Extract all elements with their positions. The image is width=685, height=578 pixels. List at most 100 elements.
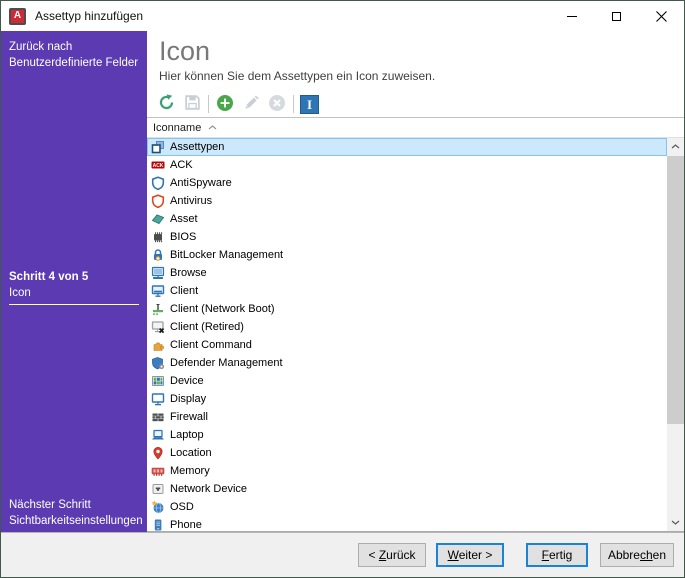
minimize-icon — [567, 16, 577, 17]
toolbar-separator — [293, 95, 294, 113]
defender-icon — [151, 356, 165, 370]
list-item-location[interactable]: Location — [147, 444, 667, 462]
icon-list: Assettypen ACK ACK AntiSpyware Antivirus Asse… — [147, 138, 667, 531]
finish-button[interactable]: Fertig — [526, 543, 588, 567]
scrollbar-thumb[interactable] — [667, 156, 684, 424]
list-item-label: AntiSpyware — [170, 177, 232, 189]
sidebar-back-step[interactable]: Zurück nach Benutzerdefinierte Felder — [9, 39, 143, 71]
scroll-down-icon — [671, 520, 680, 525]
refresh-button[interactable] — [156, 93, 176, 115]
list-item-browse[interactable]: Browse — [147, 264, 667, 282]
network-device-icon — [151, 482, 165, 496]
list-item-asset[interactable]: Asset — [147, 210, 667, 228]
list-item-laptop[interactable]: Laptop — [147, 426, 667, 444]
next-step-label: Nächster Schritt — [9, 497, 145, 513]
list-item-label: Client (Network Boot) — [170, 303, 275, 315]
list-item-label: Location — [170, 447, 212, 459]
content-header: Icon Hier können Sie dem Assettypen ein … — [147, 31, 684, 91]
close-button[interactable] — [639, 1, 684, 31]
list-item-label: Client — [170, 285, 198, 297]
sidebar-next-step: Nächster Schritt Sichtbarkeitseinstellun… — [9, 497, 145, 529]
list-item-label: Asset — [170, 213, 198, 225]
antispyware-icon — [151, 176, 165, 190]
add-button[interactable] — [215, 93, 235, 115]
back-step-line1: Zurück nach — [9, 39, 143, 55]
close-icon — [656, 11, 667, 22]
step-counter: Schritt 4 von 5 — [9, 269, 139, 285]
scroll-up-button[interactable] — [667, 138, 684, 155]
list-item-label: Network Device — [170, 483, 247, 495]
maximize-button[interactable] — [594, 1, 639, 31]
list-item-client-network-boot[interactable]: Client (Network Boot) — [147, 300, 667, 318]
list-item-client-command[interactable]: Client Command — [147, 336, 667, 354]
back-button[interactable]: < Zurück — [358, 543, 426, 567]
list-item-ack[interactable]: ACK ACK — [147, 156, 667, 174]
next-button[interactable]: Weiter > — [436, 543, 504, 567]
list-item-assettypen[interactable]: Assettypen — [147, 138, 667, 156]
list-item-bios[interactable]: BIOS — [147, 228, 667, 246]
browse-icon — [151, 266, 165, 280]
refresh-icon — [158, 94, 175, 114]
step-underline — [9, 304, 139, 305]
bios-icon — [151, 230, 165, 244]
list-item-client-retired[interactable]: Client (Retired) — [147, 318, 667, 336]
wizard-window: A Assettyp hinzufügen Zurück nach Benutz… — [0, 0, 685, 578]
icon-list-body: Assettypen ACK ACK AntiSpyware Antivirus Asse… — [147, 138, 684, 532]
wizard-sidebar: Zurück nach Benutzerdefinierte Felder Sc… — [1, 31, 147, 532]
add-icon — [216, 94, 234, 115]
toolbar-separator — [208, 95, 209, 113]
list-item-label: Client Command — [170, 339, 252, 351]
phone-icon — [151, 518, 165, 531]
assettypen-icon — [151, 140, 165, 154]
list-item-network-device[interactable]: Network Device — [147, 480, 667, 498]
step-name: Icon — [9, 285, 139, 301]
iconname-column-header[interactable]: Iconname — [147, 118, 684, 138]
display-icon — [151, 392, 165, 406]
list-item-label: ACK — [170, 159, 193, 171]
list-item-label: Phone — [170, 519, 202, 531]
client-command-icon — [151, 338, 165, 352]
maximize-icon — [612, 12, 621, 21]
edit-button — [241, 93, 261, 115]
list-item-label: Firewall — [170, 411, 208, 423]
delete-icon — [268, 94, 286, 115]
list-item-label: Browse — [170, 267, 207, 279]
app-icon: A — [9, 8, 26, 25]
list-item-firewall[interactable]: Firewall — [147, 408, 667, 426]
cancel-button[interactable]: Abbrechen — [600, 543, 674, 567]
list-item-label: Memory — [170, 465, 210, 477]
client-icon — [151, 284, 165, 298]
scroll-down-button[interactable] — [667, 514, 684, 531]
minimize-button[interactable] — [549, 1, 594, 31]
client-retired-icon — [151, 320, 165, 334]
sidebar-current-step: Schritt 4 von 5 Icon — [9, 269, 139, 301]
column-header-label: Iconname — [153, 122, 201, 134]
list-item-label: Antivirus — [170, 195, 212, 207]
list-item-memory[interactable]: Memory — [147, 462, 667, 480]
window-title: Assettyp hinzufügen — [35, 9, 549, 23]
svg-text:ACK: ACK — [153, 163, 164, 169]
scroll-up-icon — [671, 144, 680, 149]
firewall-icon — [151, 410, 165, 424]
window-controls — [549, 1, 684, 31]
toolbar: I — [147, 91, 684, 118]
list-item-device[interactable]: Device — [147, 372, 667, 390]
list-item-client[interactable]: Client — [147, 282, 667, 300]
list-item-label: BitLocker Management — [170, 249, 283, 261]
list-item-label: Client (Retired) — [170, 321, 244, 333]
antivirus-icon — [151, 194, 165, 208]
save-icon — [184, 94, 201, 114]
list-item-antivirus[interactable]: Antivirus — [147, 192, 667, 210]
list-item-bitlocker[interactable]: BitLocker Management — [147, 246, 667, 264]
list-item-label: Laptop — [170, 429, 204, 441]
list-item-label: Defender Management — [170, 357, 283, 369]
list-item-display[interactable]: Display — [147, 390, 667, 408]
list-item-phone[interactable]: Phone — [147, 516, 667, 531]
list-item-defender[interactable]: Defender Management — [147, 354, 667, 372]
list-item-antispyware[interactable]: AntiSpyware — [147, 174, 667, 192]
icon-picker-button[interactable]: I — [300, 95, 319, 114]
laptop-icon — [151, 428, 165, 442]
vertical-scrollbar[interactable] — [667, 138, 684, 531]
asset-icon — [151, 212, 165, 226]
list-item-osd[interactable]: OSD — [147, 498, 667, 516]
